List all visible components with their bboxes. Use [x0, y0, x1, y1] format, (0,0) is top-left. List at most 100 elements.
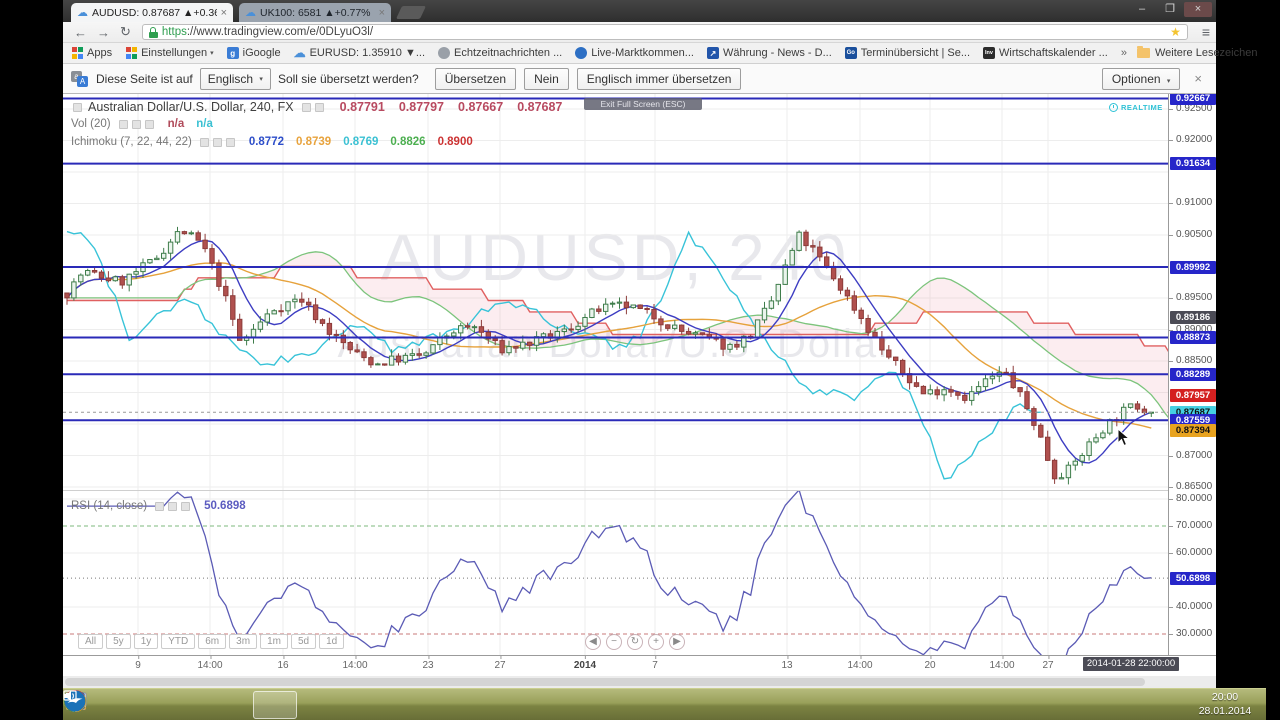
bookmark-echtzeitnachrichten[interactable]: Echtzeitnachrichten ... — [438, 47, 562, 59]
range-button-1m[interactable]: 1m — [260, 634, 288, 649]
close-icon[interactable] — [181, 502, 190, 511]
language-dropdown[interactable]: Englisch ▾ — [200, 68, 271, 90]
legend-button-icon[interactable] — [302, 103, 311, 112]
scrollbar-thumb[interactable] — [65, 678, 1145, 686]
minimize-button[interactable]: – — [1128, 2, 1156, 17]
folder-icon — [1137, 48, 1150, 58]
symbol-style-icon[interactable] — [73, 103, 82, 112]
tray-app-icon[interactable] — [1140, 691, 1164, 719]
translate-button[interactable]: Übersetzen — [435, 68, 516, 90]
gear-icon[interactable] — [213, 138, 222, 147]
rsi-pane[interactable] — [63, 490, 1168, 655]
globe-icon — [575, 47, 587, 59]
options-dropdown[interactable]: Optionen ▾ — [1102, 68, 1181, 90]
close-button[interactable]: × — [1184, 2, 1212, 17]
reload-icon[interactable]: ↻ — [120, 24, 131, 40]
ohlc-open: 0.87791 — [340, 100, 385, 114]
explorer-icon[interactable] — [121, 691, 165, 719]
chrome-icon[interactable] — [253, 691, 297, 719]
time-tick-label: 7 — [652, 660, 658, 671]
video-frame: ☁ AUDUSD: 0.87687 ▲+0.36 × ☁ UK100: 6581… — [0, 0, 1280, 720]
symbol-title[interactable]: Australian Dollar/U.S. Dollar, 240, FX — [88, 100, 294, 114]
back-icon[interactable]: ← — [74, 25, 87, 40]
restore-button[interactable]: ❐ — [1156, 2, 1184, 17]
range-button-all[interactable]: All — [78, 634, 103, 649]
decline-translate-button[interactable]: Nein — [524, 68, 569, 90]
openoffice-icon[interactable] — [341, 691, 385, 719]
tab-uk100[interactable]: ☁ UK100: 6581 ▲+0.77% × — [239, 3, 391, 22]
zoom-out-button[interactable]: − — [606, 634, 622, 650]
rsi-label[interactable]: RSI (14, close) — [71, 500, 147, 512]
price-axis-badge: 0.91634 — [1170, 157, 1216, 170]
scroll-right-button[interactable]: ▶ — [669, 634, 685, 650]
always-translate-button[interactable]: Englisch immer übersetzen — [577, 68, 742, 90]
infobar-close-icon[interactable]: × — [1194, 71, 1202, 86]
price-tick-label: 0.91000 — [1169, 197, 1216, 209]
ichimoku-label[interactable]: Ichimoku (7, 22, 44, 22) — [71, 136, 192, 148]
range-button-1y[interactable]: 1y — [134, 634, 159, 649]
ohlc-close: 0.87687 — [517, 100, 562, 114]
cloud-favicon-icon: ☁ — [77, 6, 88, 19]
new-tab-button[interactable] — [396, 6, 426, 19]
bookmarks-bar: Apps Einstellungen ▾ g iGoogle ☁ EURUSD:… — [63, 43, 1216, 64]
bookmark-terminuebersicht[interactable]: Go Terminübersicht | Se... — [845, 47, 970, 59]
news-icon — [438, 47, 450, 59]
eye-icon[interactable] — [155, 502, 164, 511]
range-button-3m[interactable]: 3m — [229, 634, 257, 649]
bookmark-eurusd[interactable]: ☁ EURUSD: 1.35910 ▼... — [294, 47, 425, 59]
range-button-6m[interactable]: 6m — [198, 634, 226, 649]
browser-toolbar: ← → ↻ https://www.tradingview.com/e/0DLy… — [63, 22, 1216, 43]
bookmarks-overflow-chevron[interactable]: » — [1121, 47, 1127, 59]
apps-shortcut[interactable]: Apps — [71, 47, 112, 59]
main-chart-canvas[interactable] — [63, 94, 1168, 490]
zoom-in-button[interactable]: + — [648, 634, 664, 650]
time-tick-label: 14:00 — [197, 660, 222, 671]
rsi-tick-label: 40.0000 — [1169, 601, 1216, 613]
legend-button-icon[interactable] — [315, 103, 324, 112]
main-price-pane[interactable] — [63, 94, 1168, 490]
other-bookmarks-folder[interactable]: Weitere Lesezeichen — [1137, 47, 1258, 59]
url-text: ://www.tradingview.com/e/0DLyuO3l/ — [187, 26, 373, 38]
last-bar-time-badge: 2014-01-28 22:00:00 — [1083, 657, 1179, 671]
bookmark-igoogle[interactable]: g iGoogle — [227, 47, 281, 59]
scroll-left-button[interactable]: ◀ — [585, 634, 601, 650]
forward-icon[interactable]: → — [97, 25, 110, 40]
time-axis[interactable]: 2014-01-28 22:00:00 914:001614:002327201… — [63, 655, 1216, 676]
eye-icon[interactable] — [200, 138, 209, 147]
url-scheme: https — [162, 26, 187, 38]
price-tick-label: 0.90500 — [1169, 229, 1216, 241]
time-tick-label: 20 — [924, 660, 935, 671]
volume-label[interactable]: Vol (20) — [71, 118, 111, 130]
reset-view-button[interactable]: ↻ — [627, 634, 643, 650]
chart-app-icon[interactable] — [165, 691, 209, 719]
chrome-menu-icon[interactable]: ≡ — [1202, 24, 1210, 40]
range-button-5d[interactable]: 5d — [291, 634, 316, 649]
tab-close-icon[interactable]: × — [221, 7, 227, 19]
close-icon[interactable] — [145, 120, 154, 129]
speaker-icon[interactable] — [1164, 691, 1188, 719]
bookmark-einstellungen[interactable]: Einstellungen ▾ — [125, 47, 214, 59]
bookmark-waehrung-news[interactable]: ↗ Währung - News - D... — [707, 47, 832, 59]
eye-icon[interactable] — [119, 120, 128, 129]
tab-audusd[interactable]: ☁ AUDUSD: 0.87687 ▲+0.36 × — [71, 3, 233, 22]
mouse-cursor — [1117, 428, 1130, 447]
pane-separator[interactable] — [63, 490, 1216, 491]
taskbar-clock[interactable]: 20:00 28.01.2014 — [1188, 689, 1266, 720]
settings-app-icon[interactable] — [209, 691, 253, 719]
horizontal-scrollbar[interactable] — [63, 676, 1216, 688]
firefox-icon[interactable] — [297, 691, 341, 719]
exit-fullscreen-hint[interactable]: Exit Full Screen (ESC) — [584, 98, 702, 110]
price-axis[interactable]: 0.925000.920000.910000.905000.895000.890… — [1168, 94, 1216, 655]
close-icon[interactable] — [226, 138, 235, 147]
bookmark-wirtschaftskalender[interactable]: Inv Wirtschaftskalender ... — [983, 47, 1108, 59]
bookmark-live-marktkommentar[interactable]: Live-Marktkommen... — [575, 47, 694, 59]
gear-icon[interactable] — [168, 502, 177, 511]
address-bar[interactable]: https://www.tradingview.com/e/0DLyuO3l/ … — [142, 24, 1188, 40]
rsi-canvas[interactable] — [63, 490, 1168, 655]
range-button-ytd[interactable]: YTD — [161, 634, 195, 649]
tab-close-icon[interactable]: × — [379, 7, 385, 19]
range-button-5y[interactable]: 5y — [106, 634, 131, 649]
bookmark-star-icon[interactable]: ★ — [1170, 25, 1181, 39]
gear-icon[interactable] — [132, 120, 141, 129]
range-button-1d[interactable]: 1d — [319, 634, 344, 649]
